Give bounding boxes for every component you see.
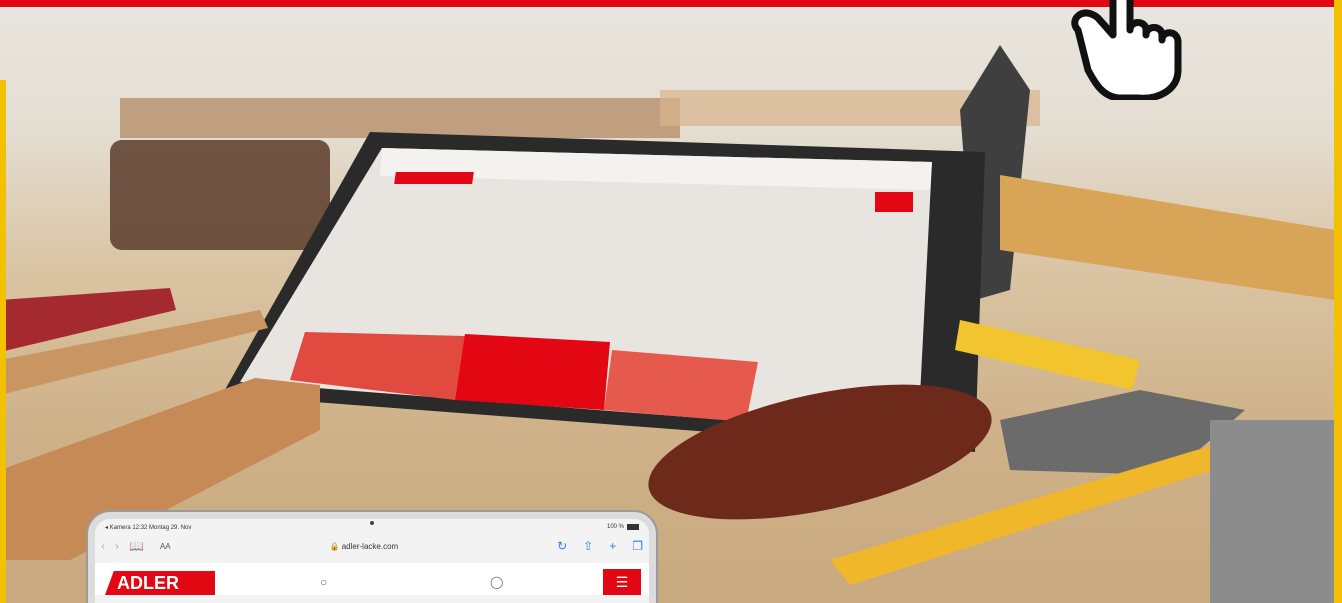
adler-logo[interactable]: ADLER <box>105 571 215 595</box>
mobile-browser-mockup: ◂ Kamera 12:32 Montag 29. Nov 100 % ‹ › … <box>88 512 656 603</box>
right-yellow-frame <box>1334 0 1342 603</box>
plane-tool <box>1210 420 1342 603</box>
background-photo: ◂ Kamera 12:32 Montag 29. Nov 100 % ‹ › … <box>0 0 1342 603</box>
hand-pointer-icon <box>1071 0 1182 100</box>
user-icon[interactable]: ◯ <box>490 575 503 589</box>
device-camera <box>370 521 374 525</box>
text-size-button[interactable]: AA <box>160 542 171 551</box>
hamburger-menu-icon[interactable]: ☰ <box>603 569 641 595</box>
plus-icon[interactable]: + <box>609 539 616 553</box>
book-icon[interactable]: 📖 <box>129 539 144 553</box>
site-header: ADLER ○ ◯ ☰ <box>95 563 649 595</box>
left-yellow-frame <box>0 80 6 603</box>
address-bar[interactable]: 🔒 adler-lacke.com <box>181 542 547 551</box>
toolbar-right: ↻ ⇧ + ❐ <box>557 539 643 553</box>
battery-percent: 100 % <box>606 524 624 530</box>
yellow-marker <box>955 320 1140 390</box>
battery-icon <box>627 524 639 530</box>
reload-icon[interactable]: ↻ <box>557 539 567 553</box>
tabs-icon[interactable]: ❐ <box>632 539 643 553</box>
address-text: adler-lacke.com <box>341 541 399 551</box>
hammer-handle <box>1000 175 1335 300</box>
share-icon[interactable]: ⇧ <box>583 539 593 553</box>
chevron-left-icon[interactable]: ‹ <box>101 539 105 553</box>
lock-icon: 🔒 <box>329 541 340 551</box>
status-time: ◂ Kamera 12:32 Montag 29. Nov <box>105 524 192 531</box>
wood-plank-back <box>120 98 680 138</box>
hammer-block-left <box>110 140 330 250</box>
browser-toolbar: ‹ › 📖 AA 🔒 adler-lacke.com ↻ ⇧ + ❐ <box>95 535 649 557</box>
status-right: 100 % <box>607 524 639 530</box>
search-icon[interactable]: ○ <box>320 575 327 589</box>
chevron-right-icon[interactable]: › <box>115 539 119 553</box>
